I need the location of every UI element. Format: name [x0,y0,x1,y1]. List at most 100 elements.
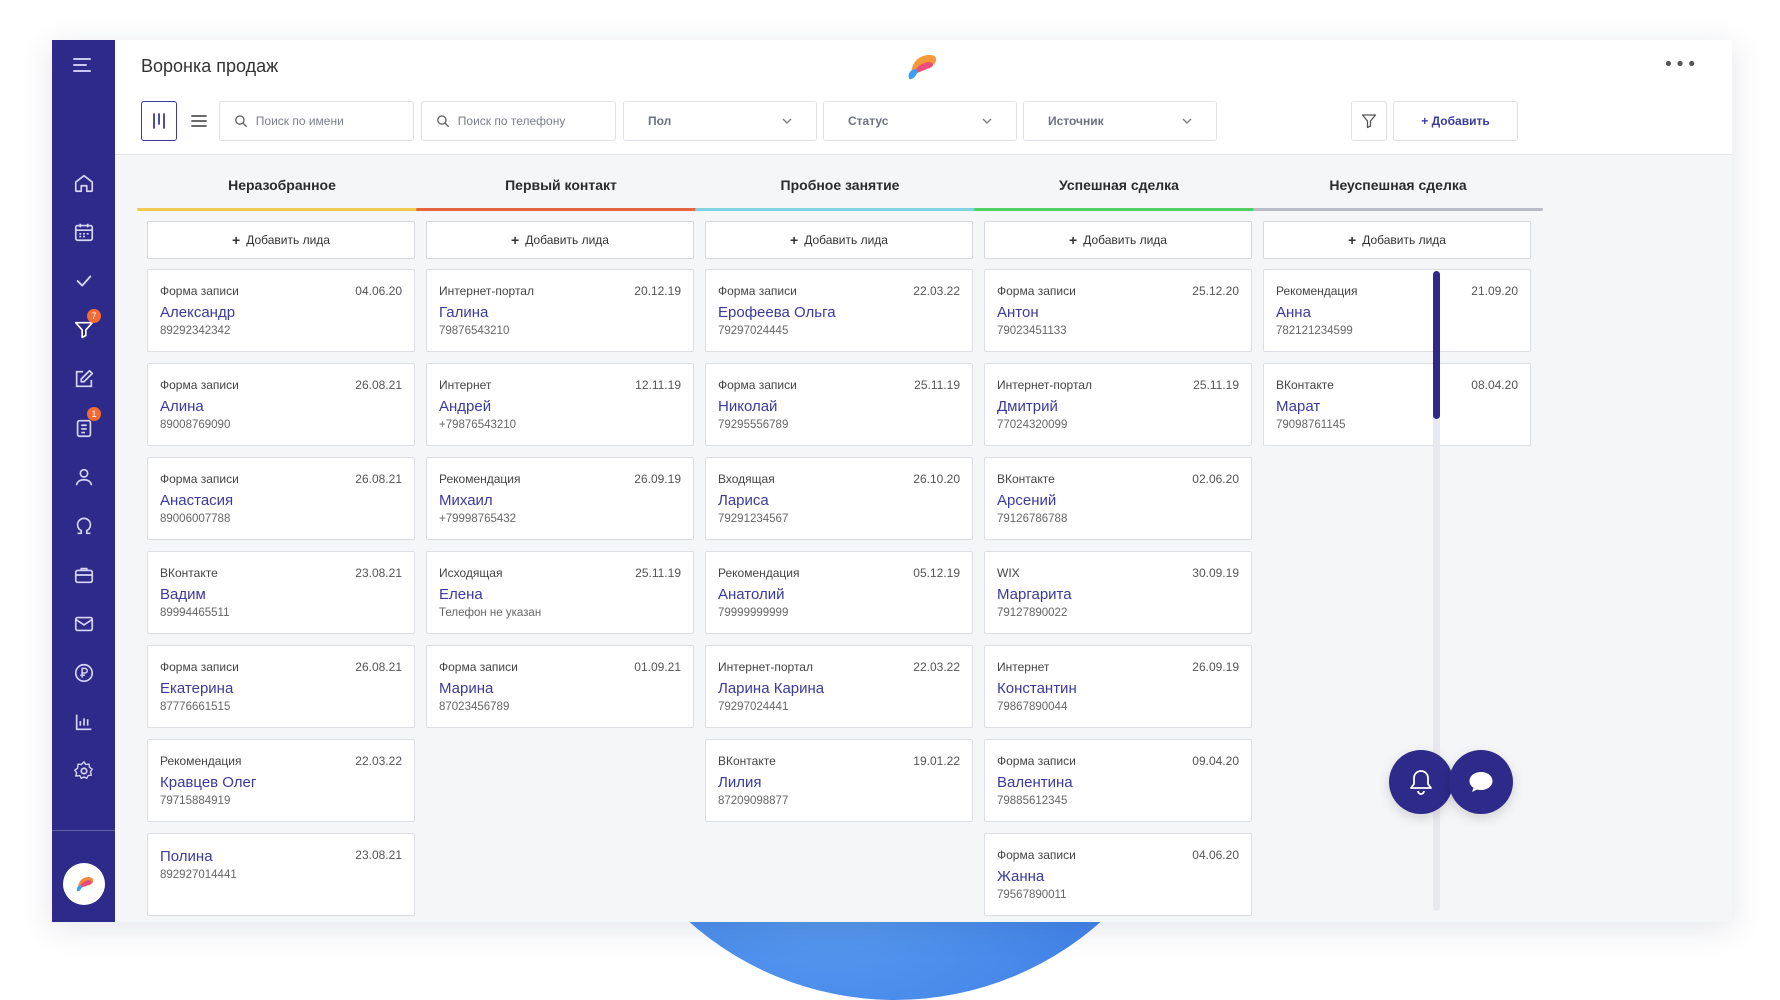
lead-card[interactable]: Интернет 12.11.19 Андрей +79876543210 [426,363,694,446]
home-icon [74,174,93,192]
lead-source: Форма записи [718,378,797,392]
lead-card[interactable]: Форма записи 26.08.21 Алина 89008769090 [147,363,415,446]
add-button[interactable]: + Добавить [1393,101,1518,141]
brand-logo [905,50,941,82]
add-lead-button[interactable]: + Добавить лида [705,221,973,259]
sidebar-item-finance[interactable] [52,648,115,697]
lead-card[interactable]: ВКонтакте 02.06.20 Арсений 79126786788 [984,457,1252,540]
search-name-field[interactable] [219,101,414,141]
add-lead-button[interactable]: + Добавить лида [426,221,694,259]
bell-icon [1410,770,1432,795]
lead-date: 20.12.19 [634,284,681,298]
lead-phone: 87209098877 [718,795,789,807]
add-lead-button[interactable]: + Добавить лида [984,221,1252,259]
filter-button[interactable] [1351,101,1387,141]
source-select-label: Источник [1048,114,1104,128]
sidebar-item-calendar[interactable] [52,207,115,256]
lead-card[interactable]: Форма записи 25.11.19 Николай 79295556789 [705,363,973,446]
lead-name: Лариса [718,492,769,509]
chat-button[interactable] [1449,750,1513,814]
lead-date: 09.04.20 [1192,754,1239,768]
lead-card[interactable]: ВКонтакте 23.08.21 Вадим 89994465511 [147,551,415,634]
lead-date: 08.04.20 [1471,378,1518,392]
lead-card[interactable]: Форма записи 09.04.20 Валентина 79885612345 [984,739,1252,822]
lead-card[interactable]: Рекомендация 26.09.19 Михаил +79998765432 [426,457,694,540]
lead-card[interactable]: Интернет-портал 22.03.22 Ларина Карина 7929… [705,645,973,728]
column-color-line [695,208,985,211]
lead-card[interactable]: 23.08.21 Полина 892927014441 [147,833,415,916]
status-select[interactable]: Статус [823,101,1017,141]
search-phone-field[interactable] [421,101,616,141]
lead-card[interactable]: WIX 30.09.19 Маргарита 79127890022 [984,551,1252,634]
lead-card[interactable]: Рекомендация 22.03.22 Кравцев Олег 79715884… [147,739,415,822]
search-name-input[interactable] [255,114,413,128]
lead-phone: 79999999999 [718,607,789,619]
menu-icon[interactable] [72,56,94,74]
sidebar-item-funnel[interactable]: 7 [52,305,115,354]
sidebar-item-omega[interactable] [52,501,115,550]
lead-phone: 79715884919 [160,795,231,807]
lead-card[interactable]: Форма записи 22.03.22 Ерофеева Ольга 792970… [705,269,973,352]
source-select[interactable]: Источник [1023,101,1217,141]
lead-card[interactable]: ВКонтакте 08.04.20 Марат 79098761145 [1263,363,1531,446]
add-lead-button[interactable]: + Добавить лида [1263,221,1531,259]
notifications-button[interactable] [1389,750,1453,814]
lead-card[interactable]: Форма записи 25.12.20 Антон 79023451133 [984,269,1252,352]
lead-name: Марина [439,680,494,697]
lead-card[interactable]: Форма записи 04.06.20 Александр 89292342342 [147,269,415,352]
lead-source: Форма записи [997,754,1076,768]
sidebar-item-settings[interactable] [52,746,115,795]
lead-date: 26.10.20 [913,472,960,486]
lead-date: 05.12.19 [913,566,960,580]
plus-icon: + [1069,232,1078,248]
lead-card[interactable]: Рекомендация 21.09.20 Анна 782121234599 [1263,269,1531,352]
column-title: Первый контакт [505,177,617,193]
sidebar-item-mail[interactable] [52,599,115,648]
column-card-list: Форма записи 04.06.20 Александр 89292342342… [147,269,415,922]
column-scrollbar[interactable] [1433,271,1440,911]
lead-date: 02.06.20 [1192,472,1239,486]
sidebar-item-edit[interactable] [52,354,115,403]
lead-name: Ерофеева Ольга [718,304,836,321]
plus-icon: + [232,232,241,248]
sidebar-item-clipboard[interactable]: 1 [52,403,115,452]
lead-source: Исходящая [439,566,503,580]
lead-card[interactable]: Рекомендация 05.12.19 Анатолий 79999999999 [705,551,973,634]
lead-card[interactable]: Интернет 26.09.19 Константин 79867890044 [984,645,1252,728]
settings-icon [73,760,93,779]
app-logo-avatar[interactable] [63,863,105,905]
lead-card[interactable]: Интернет-портал 20.12.19 Галина 79876543210 [426,269,694,352]
sidebar-item-home[interactable] [52,158,115,207]
lead-card[interactable]: Входящая 26.10.20 Лариса 79291234567 [705,457,973,540]
lead-card[interactable]: Форма записи 26.08.21 Анастасия 89006007788 [147,457,415,540]
sidebar-item-briefcase[interactable] [52,550,115,599]
lead-card[interactable]: ВКонтакте 19.01.22 Лилия 87209098877 [705,739,973,822]
gender-select[interactable]: Пол [623,101,817,141]
chevron-down-icon [1182,118,1192,124]
lead-phone: +79998765432 [439,513,517,525]
lead-date: 26.09.19 [634,472,681,486]
lead-card[interactable]: Исходящая 25.11.19 Елена Телефон не указан [426,551,694,634]
omega-icon [76,517,91,534]
more-options-icon[interactable]: ••• [1663,54,1698,75]
plus-icon: + [790,232,799,248]
lead-name: Валентина [997,774,1073,791]
kanban-view-button[interactable] [141,101,177,141]
lead-date: 26.09.19 [1192,660,1239,674]
add-lead-button[interactable]: + Добавить лида [147,221,415,259]
lead-name: Андрей [439,398,492,415]
scrollbar-thumb[interactable] [1433,271,1440,419]
lead-card[interactable]: Форма записи 04.06.20 Жанна 79567890011 [984,833,1252,916]
sidebar-item-reports[interactable] [52,697,115,746]
sidebar-item-user[interactable] [52,452,115,501]
lead-card[interactable]: Интернет-портал 25.11.19 Дмитрий 7702432009… [984,363,1252,446]
search-phone-input[interactable] [457,114,615,128]
lead-card[interactable]: Форма записи 26.08.21 Екатерина 87776661515 [147,645,415,728]
lead-card[interactable]: Форма записи 01.09.21 Марина 87023456789 [426,645,694,728]
list-view-button[interactable] [181,101,217,141]
status-select-label: Статус [848,114,889,128]
lead-date: 25.11.19 [1193,378,1239,392]
lead-date: 22.03.22 [913,660,960,674]
lead-source: Форма записи [718,284,797,298]
sidebar-item-tasks[interactable] [52,256,115,305]
